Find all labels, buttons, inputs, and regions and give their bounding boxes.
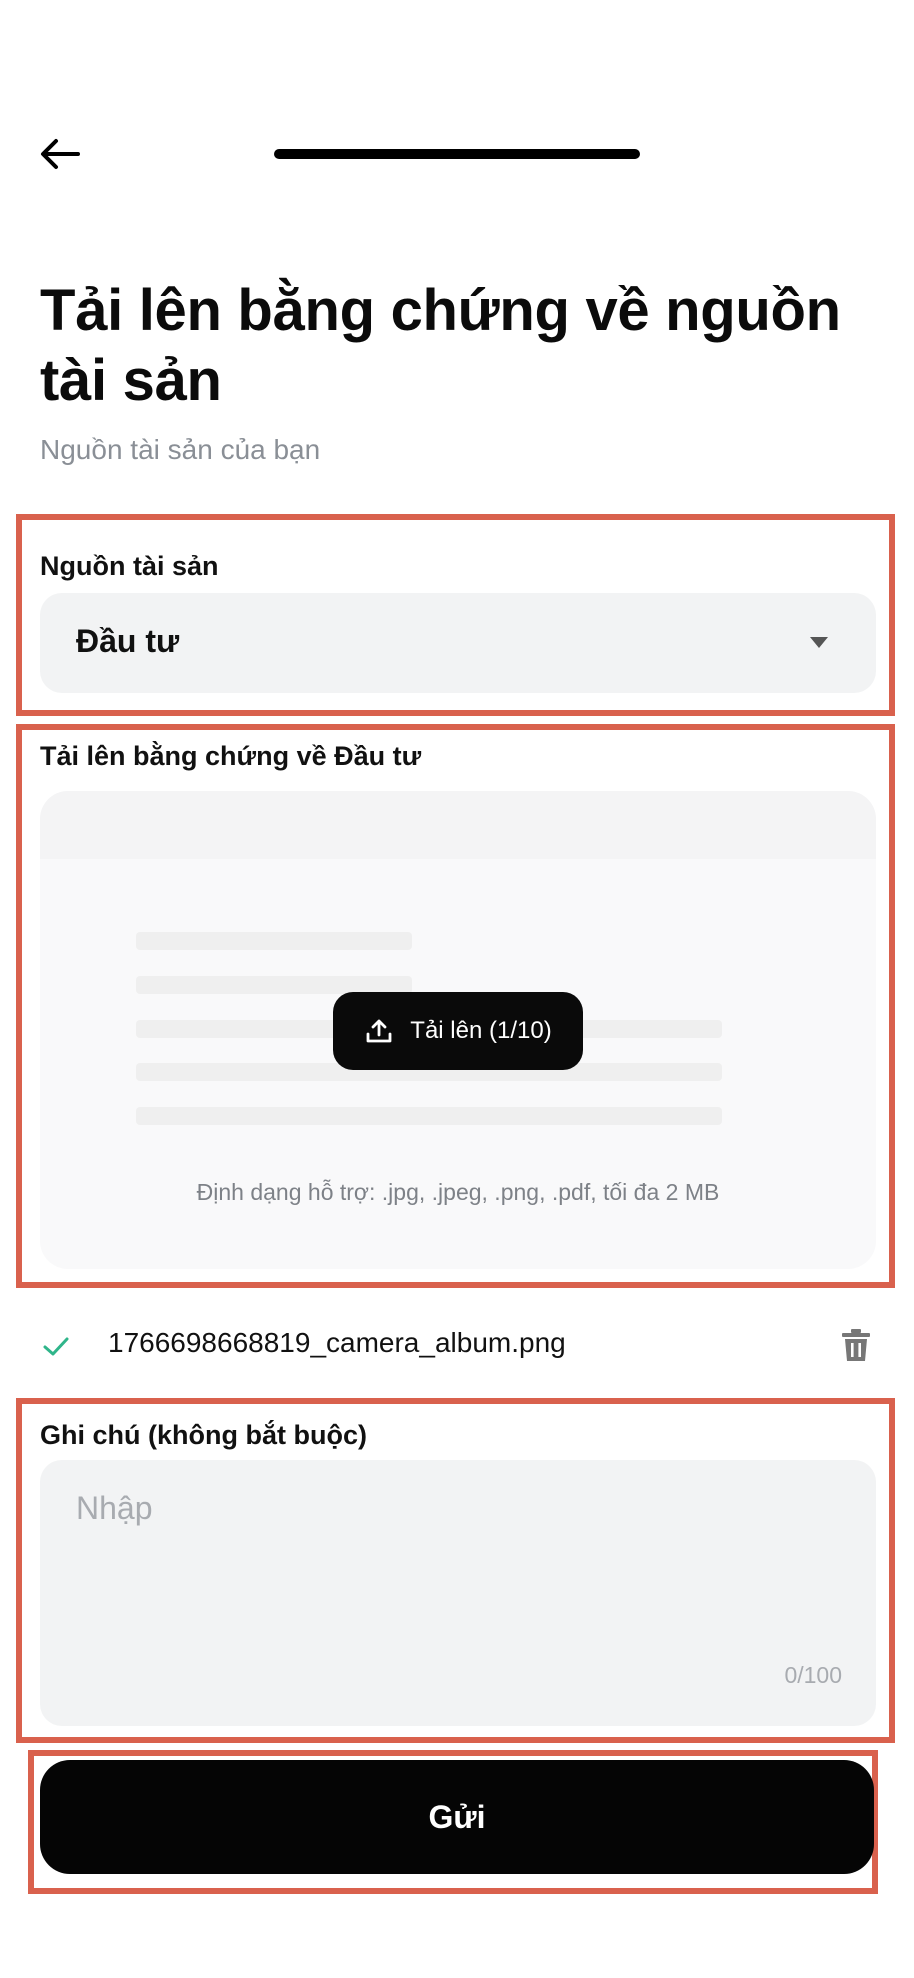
submit-button[interactable]: Gửi — [40, 1760, 874, 1874]
page-title: Tải lên bằng chứng về nguồn tài sản — [40, 278, 841, 413]
upload-preview-strip — [40, 791, 876, 859]
upload-label: Tải lên bằng chứng về Đầu tư — [40, 741, 422, 771]
note-textarea[interactable]: Nhập 0/100 — [40, 1460, 876, 1726]
note-label: Ghi chú (không bắt buộc) — [40, 1420, 367, 1450]
upload-format-hint: Định dạng hỗ trợ: .jpg, .jpeg, .png, .pd… — [196, 1179, 720, 1205]
placeholder-line — [136, 932, 412, 950]
page-subtitle: Nguồn tài sản của bạn — [40, 434, 321, 465]
submit-button-label: Gửi — [428, 1798, 486, 1835]
delete-file-button[interactable] — [836, 1325, 876, 1365]
upload-button-label: Tải lên (1/10) — [410, 1017, 552, 1044]
back-button[interactable] — [34, 128, 86, 180]
source-select[interactable]: Đầu tư — [40, 593, 876, 693]
upload-dropzone[interactable]: Tải lên (1/10) Định dạng hỗ trợ: .jpg, .… — [40, 791, 876, 1269]
trash-icon — [842, 1329, 870, 1361]
source-select-value: Đầu tư — [76, 623, 180, 659]
upload-icon — [364, 1016, 394, 1046]
progress-bar — [274, 149, 640, 159]
note-char-counter: 0/100 — [784, 1662, 842, 1688]
note-placeholder: Nhập — [76, 1490, 153, 1526]
upload-button[interactable]: Tải lên (1/10) — [333, 992, 583, 1070]
placeholder-line — [136, 1107, 722, 1125]
check-icon — [40, 1330, 72, 1362]
arrow-left-icon — [41, 139, 80, 169]
uploaded-file-name: 1766698668819_camera_album.png — [108, 1327, 566, 1358]
source-label: Nguồn tài sản — [40, 551, 219, 581]
caret-down-icon — [810, 637, 828, 648]
